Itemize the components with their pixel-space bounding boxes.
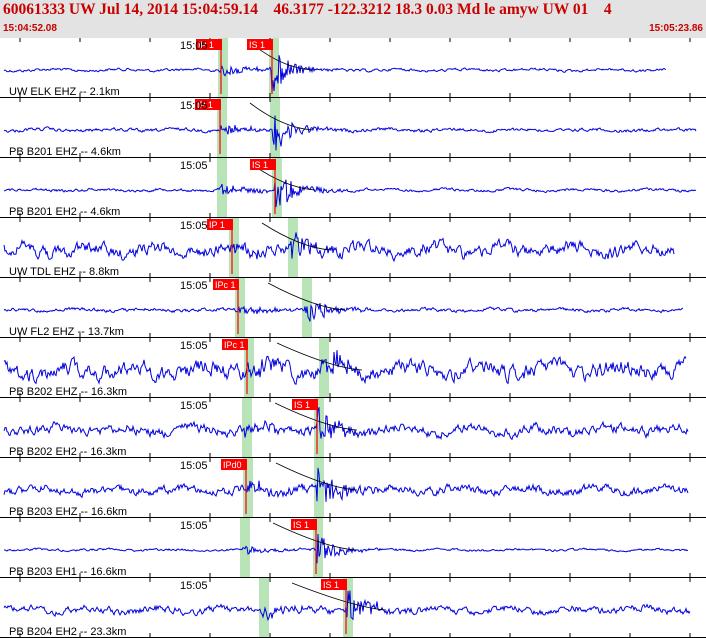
trace-time-label: 15:05 (180, 400, 208, 412)
p-window (259, 578, 269, 638)
waveform (3, 303, 684, 322)
station-label: PB B203 EH1 -- 16.6km (9, 566, 126, 578)
trace-time-label: 15:05 (180, 100, 208, 112)
trace-time-label: 15:05 (180, 160, 208, 172)
trace-time-label: 15:05 (180, 580, 208, 592)
s-window (314, 458, 324, 518)
trace-row[interactable]: IP 115:05PB B201 EHZ -- 4.6km (0, 98, 706, 158)
station-label: PB B203 EHZ -- 16.6km (9, 506, 127, 518)
station-label: PB B201 EH2 -- 4.6km (9, 206, 120, 218)
trace-row[interactable]: IPd0 15:05 PB B203 EHZ -- 16.6km (0, 458, 706, 518)
trace-row[interactable]: IS 1 15:05 PB B201 EH2 -- 4.6km (0, 158, 706, 218)
trace-time-label: 15:05 (180, 460, 208, 472)
s-pick-label: IS 1 (252, 160, 268, 170)
trace-row[interactable]: IPc 1 15:05 PB B202 EHZ -- 16.3km (0, 338, 706, 398)
station-label: PB B204 EH2 -- 23.3km (9, 626, 126, 638)
trace-row[interactable]: IS 1 15:05 PB B203 EH1 -- 16.6km (0, 518, 706, 578)
s-pick-label: IS 1 (323, 580, 339, 590)
station-label: UW TDL EHZ -- 8.8km (9, 266, 119, 278)
event-header: 60061333 UW Jul 14, 2014 15:04:59.14 46.… (0, 0, 706, 38)
waveform (3, 467, 689, 502)
trace-row[interactable]: IS 1 15:05 PB B204 EH2 -- 23.3km (0, 578, 706, 638)
station-label: PB B202 EHZ -- 16.3km (9, 386, 127, 398)
trace-row[interactable]: IS 1 15:05 PB B202 EH2 -- 16.3km (0, 398, 706, 458)
station-label: PB B201 EHZ -- 4.6km (9, 146, 121, 158)
p-pick-label: IPd0 (223, 460, 242, 470)
trace-row[interactable]: IP 1 IS 115:05UW ELK EHZ -- 2.1km (0, 38, 706, 98)
station-label: UW ELK EHZ -- 2.1km (9, 86, 120, 98)
trace-row[interactable]: IPc 1 15:05 UW FL2 EHZ -- 13.7km (0, 278, 706, 338)
trace-row[interactable]: IP 115:05 UW TDL EHZ -- 8.8km (0, 218, 706, 278)
seismogram-panel[interactable]: IP 1 IS 1 15:05 UW ELK EHZ -- 2.1km IP 115:0… (0, 38, 706, 638)
arrival-curve (249, 102, 314, 131)
event-title: 60061333 UW Jul 14, 2014 15:04:59.14 46.… (3, 1, 612, 18)
waveform (3, 407, 689, 441)
s-pick-label: IS 1 (294, 400, 310, 410)
window-end-time: 15:05:23.86 (649, 23, 703, 34)
p-pick-label: IPc 1 (224, 340, 245, 350)
s-pick-label: IS 1 (249, 40, 265, 50)
waveform (3, 232, 675, 263)
p-pick-label: IPc 1 (215, 280, 236, 290)
station-label: UW FL2 EHZ -- 13.7km (9, 326, 124, 338)
trace-time-label: 15:05 (180, 520, 208, 532)
station-label: PB B202 EH2 -- 16.3km (9, 446, 126, 458)
window-start-time: 15:04:52.08 (3, 23, 57, 34)
trace-time-label: 15:05 (180, 280, 208, 292)
s-pick-label: IS 1 (293, 520, 309, 530)
waveform (3, 179, 697, 208)
trace-time-label: 15:05 (180, 40, 208, 52)
trace-time-label: 15:05 (180, 340, 208, 352)
p-pick-label: IP 1 (209, 220, 225, 230)
trace-time-label: 15:05 (180, 220, 208, 232)
